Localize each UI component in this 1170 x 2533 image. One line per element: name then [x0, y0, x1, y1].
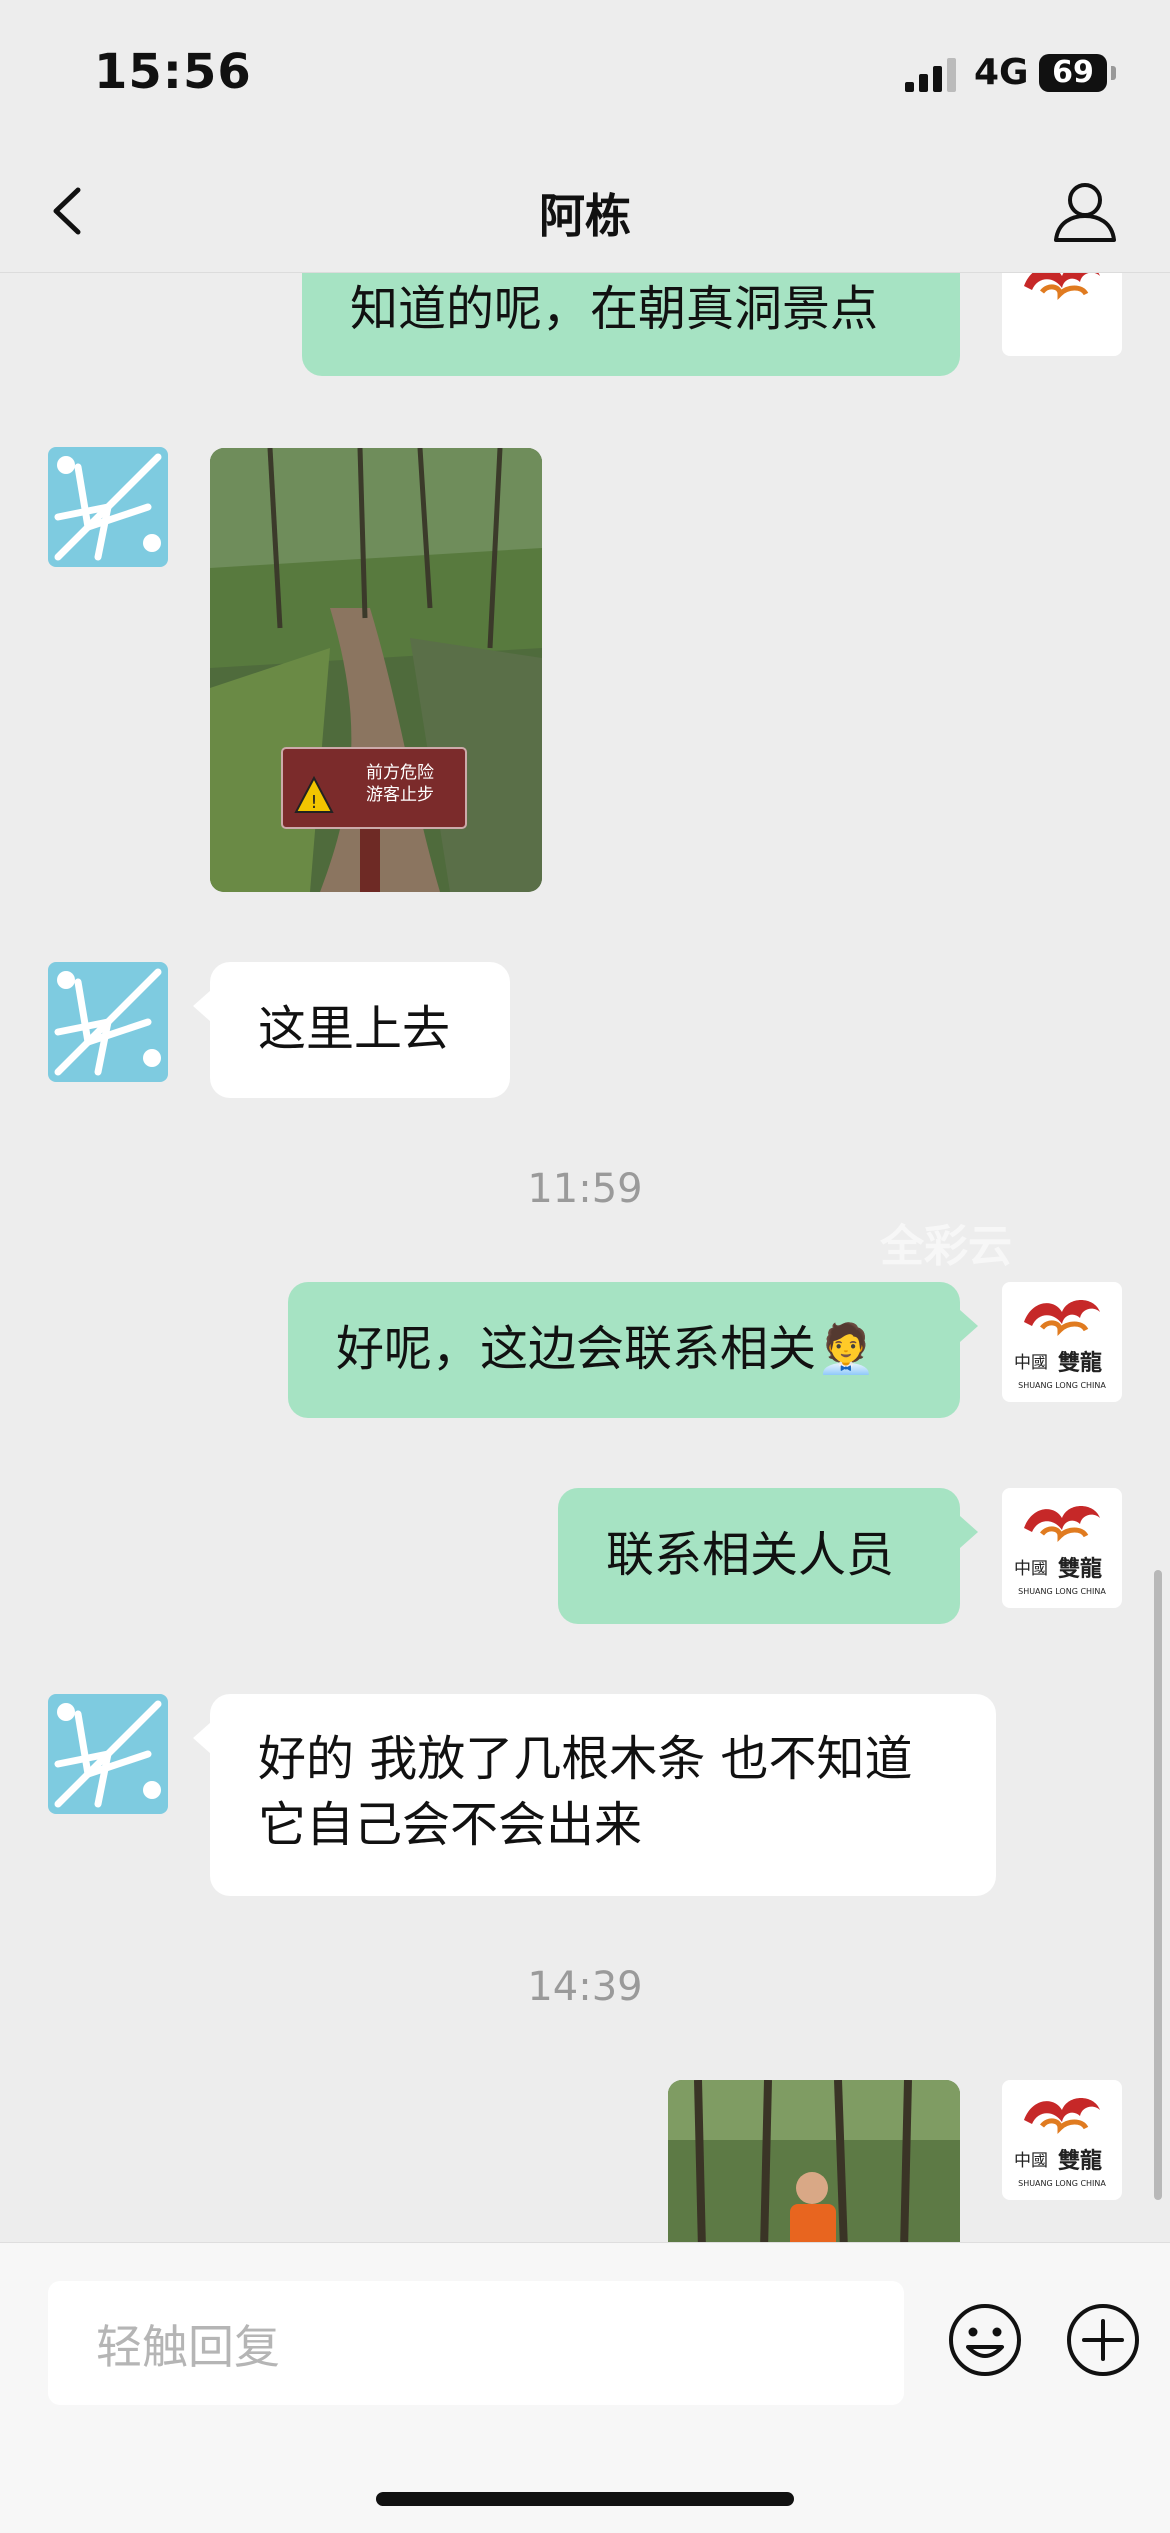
logo-cn: 中國	[1014, 1559, 1048, 1579]
sign-text-line2: 游客止步	[366, 785, 434, 805]
shuanglong-logo-icon: 中國 雙龍 SHUANG LONG CHINA	[1014, 1506, 1106, 1596]
forest-person-photo	[668, 2080, 960, 2242]
bubble-tail	[960, 1516, 978, 1548]
avatar-me[interactable]: 中國 雙龍 SHUANG LONG CHINA	[1002, 1488, 1122, 1608]
shuanglong-logo-icon	[1024, 272, 1100, 301]
message-bubble-sent[interactable]: 知道的呢，在朝真洞景点	[302, 272, 960, 376]
avatar-friend[interactable]	[48, 447, 168, 567]
plus-icon[interactable]	[1064, 2301, 1142, 2379]
input-bar: 轻触回复	[0, 2242, 1170, 2533]
emoji-office-worker: 🧑‍💼	[816, 1321, 876, 1377]
bubble-tail	[193, 990, 211, 1022]
shuanglong-logo-icon: 中國 雙龍 SHUANG LONG CHINA	[1014, 1300, 1106, 1390]
reply-input-placeholder: 轻触回复	[96, 2320, 280, 2374]
avatar-me[interactable]	[1002, 272, 1122, 356]
emoji-icon[interactable]	[946, 2301, 1024, 2379]
snowflake-icon	[54, 453, 162, 561]
message-text: 联系相关人员	[606, 1527, 895, 1583]
page-title: 阿栋	[539, 189, 631, 243]
message-text: 好呢，这边会联系相关	[336, 1321, 817, 1377]
status-bar: 15:56 4G 69	[0, 0, 1170, 150]
message-bubble-received[interactable]: 好的 我放了几根木条 也不知道它自己会不会出来	[210, 1694, 996, 1896]
timestamp: 14:39	[527, 1964, 643, 2010]
photo-message[interactable]	[668, 2080, 960, 2242]
logo-cn: 中國	[1014, 2151, 1048, 2171]
message-bubble-sent[interactable]: 好呢，这边会联系相关🧑‍💼	[288, 1282, 960, 1418]
forest-photo: ! 前方危险 游客止步	[210, 448, 542, 892]
logo-brand: 雙龍	[1058, 1350, 1102, 1376]
profile-icon[interactable]	[1050, 176, 1120, 246]
sign-text-line1: 前方危险	[366, 763, 434, 783]
home-indicator[interactable]	[376, 2492, 794, 2506]
status-time: 15:56	[94, 44, 252, 100]
snowflake-icon	[54, 968, 162, 1076]
battery-tip	[1111, 66, 1116, 80]
message-text: 这里上去	[258, 1001, 451, 1057]
shuanglong-logo-icon: 中國 雙龍 SHUANG LONG CHINA	[1014, 2098, 1106, 2188]
signal-icon	[905, 58, 956, 92]
scrollbar[interactable]	[1154, 1570, 1162, 2200]
logo-brand: 雙龍	[1058, 1556, 1102, 1582]
photo-message[interactable]: ! 前方危险 游客止步	[210, 448, 542, 892]
avatar-friend[interactable]	[48, 962, 168, 1082]
logo-en: SHUANG LONG CHINA	[1018, 1381, 1106, 1390]
bubble-tail	[960, 1310, 978, 1342]
battery-level: 69	[1039, 54, 1107, 92]
nav-bar: 阿栋	[0, 150, 1170, 273]
message-bubble-received[interactable]: 这里上去	[210, 962, 510, 1098]
avatar-friend[interactable]	[48, 1694, 168, 1814]
avatar-me[interactable]: 中國 雙龍 SHUANG LONG CHINA	[1002, 1282, 1122, 1402]
logo-en: SHUANG LONG CHINA	[1018, 1587, 1106, 1596]
message-text: 好的 我放了几根木条 也不知道它自己会不会出来	[258, 1731, 913, 1853]
timestamp: 11:59	[527, 1166, 643, 1212]
watermark: 全彩云	[880, 1221, 1012, 1272]
reply-input[interactable]: 轻触回复	[48, 2281, 904, 2405]
message-text: 知道的呢，在朝真洞景点	[350, 281, 879, 337]
logo-en: SHUANG LONG CHINA	[1018, 2179, 1106, 2188]
snowflake-icon	[54, 1700, 162, 1808]
network-type: 4G	[974, 52, 1029, 93]
avatar-me[interactable]: 中國 雙龍 SHUANG LONG CHINA	[1002, 2080, 1122, 2200]
bubble-tail	[193, 1722, 211, 1754]
logo-cn: 中國	[1014, 1353, 1048, 1373]
logo-brand: 雙龍	[1058, 2148, 1102, 2174]
message-bubble-sent[interactable]: 联系相关人员	[558, 1488, 960, 1624]
svg-text:!: !	[310, 792, 317, 813]
